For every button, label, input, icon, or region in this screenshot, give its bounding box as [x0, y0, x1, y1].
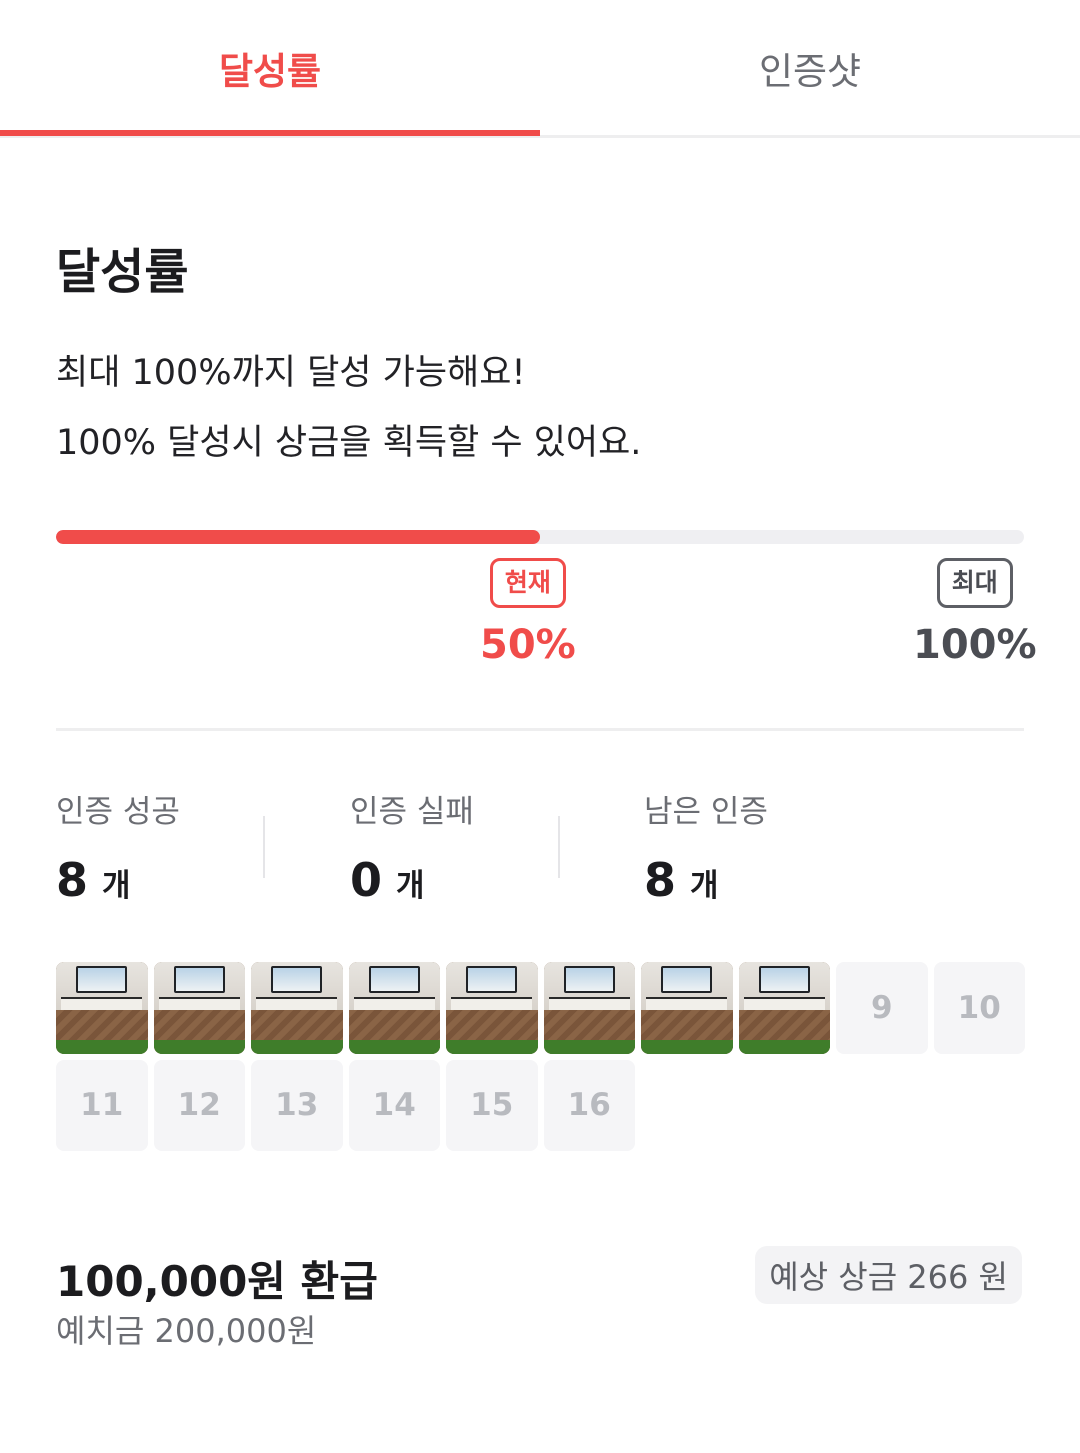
proof-photo[interactable] — [738, 962, 830, 1054]
max-percent: 100% — [913, 622, 1037, 668]
stat-failure: 인증 실패 0 개 — [350, 786, 474, 907]
proof-slot-empty: 11 — [56, 1059, 148, 1151]
progress-fill — [56, 530, 540, 544]
section-divider — [56, 728, 1024, 731]
tab-proof-shots[interactable]: 인증샷 — [540, 0, 1080, 136]
max-badge: 최대 — [936, 558, 1013, 608]
tab-bar: 달성률 인증샷 — [0, 0, 1080, 138]
proof-photo[interactable] — [446, 962, 538, 1054]
stat-remaining-label: 남은 인증 — [644, 794, 768, 830]
proof-photo[interactable] — [348, 962, 440, 1054]
current-percent: 50% — [480, 622, 576, 668]
proof-slot-empty: 12 — [153, 1059, 245, 1151]
stat-failure-unit: 개 — [396, 868, 425, 904]
proof-slot-empty: 13 — [251, 1059, 343, 1151]
proof-slot-empty: 10 — [933, 962, 1025, 1054]
progress-bar — [56, 530, 1024, 544]
refund-amount: 100,000원 환급 — [56, 1257, 378, 1306]
proof-grid: 9 10 11 12 13 14 15 16 — [56, 962, 1031, 1151]
proof-photo[interactable] — [153, 962, 245, 1054]
stat-separator — [263, 816, 265, 878]
proof-slot-empty: 14 — [348, 1059, 440, 1151]
proof-slot-empty: 15 — [446, 1059, 538, 1151]
proof-photo[interactable] — [251, 962, 343, 1054]
stat-separator — [558, 816, 560, 878]
description-line-2: 100% 달성시 상금을 획득할 수 있어요. — [56, 423, 642, 463]
stat-remaining: 남은 인증 8 개 — [644, 786, 768, 907]
current-marker: 현재 50% — [480, 558, 576, 668]
section-title: 달성률 — [56, 244, 189, 300]
tab-proof-shots-label: 인증샷 — [758, 50, 862, 93]
stat-success-unit: 개 — [102, 868, 131, 904]
proof-photo[interactable] — [543, 962, 635, 1054]
stat-remaining-value: 8 — [644, 853, 677, 907]
proof-photo[interactable] — [56, 962, 148, 1054]
stat-success-label: 인증 성공 — [56, 794, 180, 830]
stat-failure-value: 0 — [350, 853, 383, 907]
description-line-1: 최대 100%까지 달성 가능해요! — [56, 353, 526, 393]
proof-slot-empty: 9 — [836, 962, 928, 1054]
tab-active-indicator — [0, 130, 540, 136]
proof-slot-empty: 16 — [543, 1059, 635, 1151]
stat-success: 인증 성공 8 개 — [56, 786, 180, 907]
current-badge: 현재 — [489, 558, 566, 608]
tab-achievement-label: 달성률 — [218, 50, 322, 93]
expected-prize-badge: 예상 상금 266 원 — [755, 1246, 1022, 1304]
tab-achievement[interactable]: 달성률 — [0, 0, 540, 136]
stat-failure-label: 인증 실패 — [350, 794, 474, 830]
max-marker: 최대 100% — [913, 558, 1037, 668]
deposit-amount: 예치금 200,000원 — [56, 1312, 317, 1350]
stat-success-value: 8 — [56, 853, 89, 907]
stat-remaining-unit: 개 — [690, 868, 719, 904]
proof-photo[interactable] — [641, 962, 733, 1054]
